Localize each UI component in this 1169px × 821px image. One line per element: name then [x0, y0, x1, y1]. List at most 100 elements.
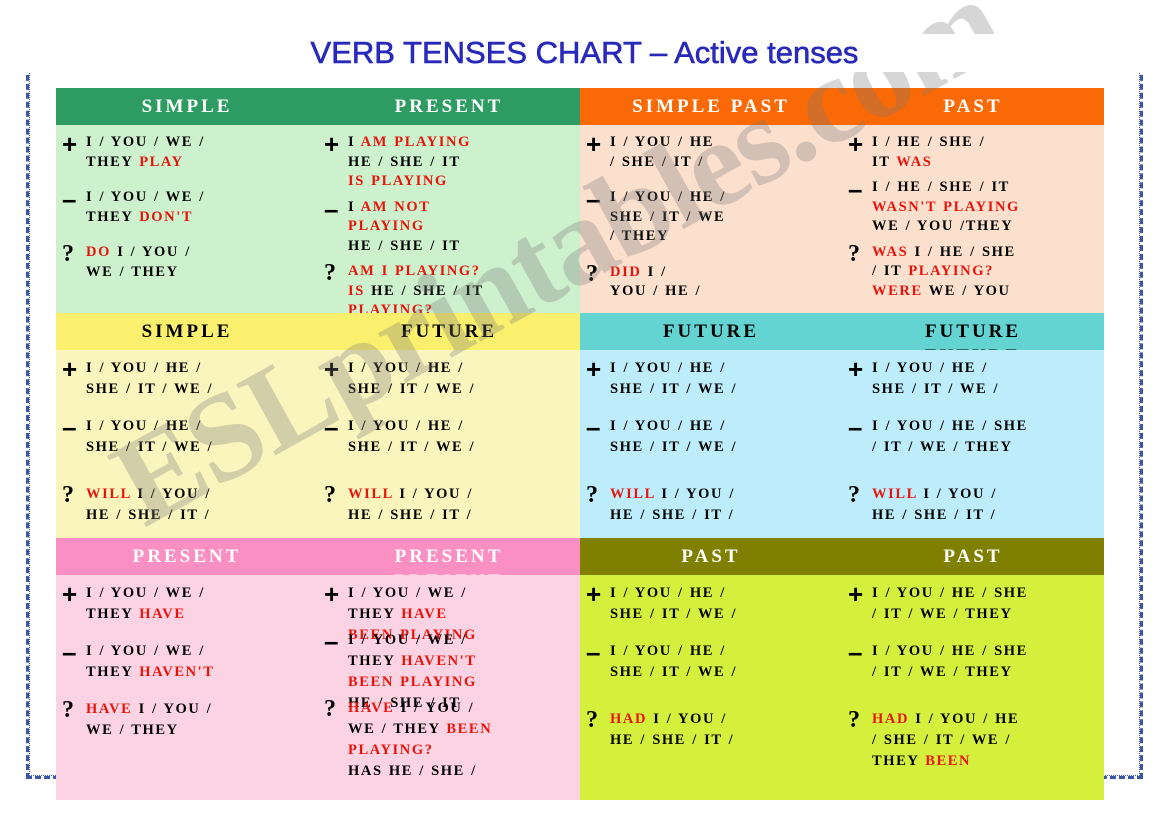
verb-form-highlight: WAS	[896, 153, 933, 170]
tense-text-line: IS PLAYING	[348, 172, 576, 192]
tense-cell-body: + I AM PLAYING HE / SHE / IT IS PLAYING – I A…	[324, 131, 576, 313]
question-sign: ?	[586, 260, 598, 287]
tense-text-line: I / YOU / HE /	[610, 188, 838, 208]
tense-cell: + I / YOU / HE / SHE / IT / WE / THEY – I / …	[842, 575, 1104, 800]
tense-text-line: HAVE I / YOU /	[348, 698, 576, 719]
verb-form-highlight: DO	[86, 244, 118, 260]
tense-text-line: THEY BEEN	[872, 751, 1100, 772]
negative-sign: –	[848, 412, 863, 442]
tense-cell-body: + I / YOU / HE / SHE / IT / WE / – I / YOU /…	[324, 356, 576, 534]
tense-cell: + I / YOU / HE / SHE / IT / WE / – I / YOU /…	[580, 350, 842, 538]
question-group: ? WILL I / YOU / HE / SHE / IT /	[586, 482, 838, 526]
tense-text: I / YOU / HE / SHE / IT / WE /	[610, 641, 838, 683]
tense-text-line: WERE WE / YOU	[872, 282, 1100, 302]
subject-text: WE / YOU	[928, 282, 1011, 299]
subject-text: HE / SHE / IT	[371, 282, 484, 299]
tense-cell-body: + I / YOU / HE / SHE / IT / WE / – I / YOU /…	[62, 354, 314, 534]
tense-text: AM I PLAYING? IS HE / SHE / IT PLAYING?	[348, 262, 576, 313]
tense-text-line: WILL I / YOU /	[86, 484, 314, 505]
affirmative-sign: +	[62, 354, 78, 384]
tense-text: I / YOU / HE / SHE / IT / WE /	[348, 358, 576, 400]
tense-cell-body: + I / HE / SHE / IT WAS – I / HE / SHE / IT W…	[848, 131, 1100, 309]
subject-text: I / YOU / HE /	[348, 360, 464, 376]
tense-text-line: BEEN PLAYING	[348, 672, 576, 693]
tense-header: FUTUREFUTURE	[842, 313, 1104, 350]
negative-group: – I / YOU / HE / SHE / IT / WE /	[62, 414, 314, 458]
tense-text-line: SHE / IT / WE /	[610, 437, 838, 458]
tense-text: DO I / YOU / WE / THEY	[86, 243, 314, 282]
subject-text: HE / SHE / IT	[348, 237, 461, 254]
tense-text-line: I / YOU / HE /	[348, 416, 576, 437]
tense-text-line: I / YOU / HE / SHE	[872, 416, 1100, 437]
tense-text: I / YOU / HE / SHE / IT / WE /	[86, 416, 314, 458]
tense-text-line: I / YOU / HE /	[86, 416, 314, 437]
subject-text: THEY	[872, 753, 926, 769]
tense-text-line: SHE / IT / WE /	[86, 437, 314, 458]
negative-group: – I / HE / SHE / IT WASN'T PLAYING WE / YOU…	[848, 176, 1100, 237]
tense-text-line: I / YOU / HE /	[610, 358, 838, 379]
tense-cell: + I / YOU / WE / THEY HAVE BEEN PLAYING – I /…	[318, 575, 580, 800]
tense-cell: + I / HE / SHE / IT WAS – I / HE / SHE / IT W…	[842, 125, 1104, 313]
question-sign: ?	[324, 260, 336, 286]
verb-form-highlight: BEEN	[925, 753, 972, 769]
tense-text: I / YOU / HE / SHE / IT / WE / THEY	[872, 641, 1100, 683]
tense-cell: + I / YOU / HE / SHE / IT / WE / – I / YOU /…	[580, 575, 842, 800]
negative-group: – I / YOU / HE / SHE / IT / WE /	[324, 414, 576, 458]
tense-text-line: I / YOU / HE / SHE	[872, 641, 1100, 662]
subject-text: I / YOU / WE /	[348, 585, 467, 601]
subject-text: I / YOU / HE / SHE	[872, 643, 1028, 659]
subject-text: I / YOU /	[137, 486, 211, 502]
verb-form-highlight: DID	[610, 263, 648, 280]
tense-text-line: THEY DON'T	[86, 208, 314, 228]
subject-text: SHE / IT / WE	[610, 208, 726, 225]
subject-text: I / YOU /	[138, 701, 213, 717]
question-sign: ?	[324, 482, 336, 508]
tense-header: SIMPLE	[56, 313, 318, 350]
negative-group: – I AM NOT PLAYING HE / SHE / IT	[324, 196, 576, 257]
negative-sign: –	[62, 184, 77, 214]
negative-group: – I / YOU / WE / THEY DON'T	[62, 184, 314, 228]
tense-text-line: SHE / IT / WE	[610, 208, 838, 228]
tense-text-line: SHE / IT / WE /	[872, 379, 1100, 400]
tense-cell: + I / YOU / WE / THEY PLAY – I / YOU / WE / T…	[56, 125, 318, 313]
verb-form-highlight: IS PLAYING	[348, 173, 448, 189]
subject-text: / IT	[872, 263, 909, 279]
verb-form-highlight: WILL	[86, 486, 138, 502]
subject-text: I / YOU / HE /	[348, 418, 464, 434]
question-sign: ?	[62, 241, 74, 267]
subject-text: WE / THEY	[86, 263, 179, 280]
tense-text-line: HAD I / YOU / HE	[872, 709, 1100, 730]
question-sign: ?	[586, 482, 598, 508]
tense-text-line: I / YOU / HE /	[610, 416, 838, 437]
tense-header-label: FUTURE	[924, 321, 1022, 342]
subject-text: SHE / IT / WE /	[872, 381, 1000, 397]
tense-text-line: I AM NOT	[348, 198, 576, 218]
tense-text-line: THEY PLAY	[86, 153, 314, 173]
question-group: ? HAD I / YOU / HE / SHE / IT /	[586, 708, 838, 751]
tense-text-line: I / HE / SHE / IT	[872, 178, 1100, 198]
subject-text: I / YOU /	[400, 700, 475, 716]
tense-header-label: FUTURE	[662, 321, 760, 342]
tense-text-line: SHE / IT / WE /	[86, 379, 314, 400]
tense-text-line: / SHE / IT / WE /	[872, 730, 1100, 751]
subject-text: THEY	[348, 606, 402, 622]
affirmative-group: + I / YOU / WE / THEY HAVE	[62, 581, 314, 625]
subject-text: / THEY	[610, 228, 670, 244]
tense-text: I / YOU / HE / SHE / IT / WE /	[872, 358, 1100, 400]
tense-text-line: SHE / IT / WE /	[610, 379, 838, 400]
tense-text-line: I / YOU / HE /	[348, 358, 576, 379]
tense-row: SIMPLE PRESENT SIMPLE PAST PAST + I / YOU / W…	[56, 88, 1104, 313]
tense-text-line: I / YOU / WE /	[86, 641, 314, 662]
subject-text: I / HE / SHE	[914, 243, 1016, 260]
tense-text-line: I / YOU / HE /	[872, 358, 1100, 379]
subject-text: HE / SHE / IT /	[348, 507, 473, 523]
subject-text: I / YOU / HE /	[86, 360, 202, 376]
tense-text-line: / IT / WE / THEY	[872, 662, 1100, 683]
affirmative-sign: +	[586, 354, 602, 384]
subject-text: I	[348, 198, 361, 215]
subject-text: HE / SHE / IT /	[86, 507, 211, 523]
negative-sign: –	[586, 184, 601, 214]
tense-header: PRESENT	[56, 538, 318, 575]
tense-cell-body: + I / YOU / HE / SHE / IT / WE / THEY – I / …	[848, 581, 1100, 796]
tense-text: I AM PLAYING HE / SHE / IT IS PLAYING	[348, 133, 576, 192]
